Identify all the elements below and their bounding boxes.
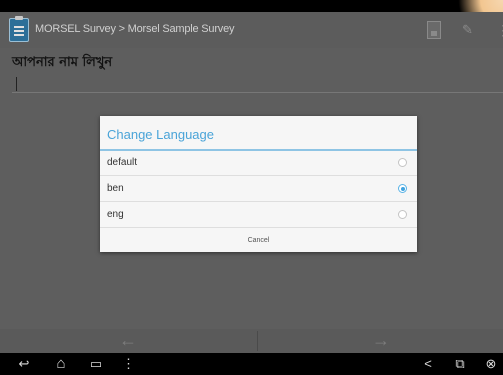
menu-icon[interactable]: ⋮ [122,353,135,375]
question-label: আপনার নাম লিখুন [12,55,113,70]
save-icon[interactable] [427,21,441,39]
option-label: ben [107,183,124,194]
recent-apps-icon[interactable]: ▭ [86,353,106,375]
window-icon[interactable]: ⧉ [451,353,469,375]
language-option-ben[interactable]: ben [100,177,417,202]
answer-field[interactable] [12,92,503,93]
app-title: MORSEL Survey > Morsel Sample Survey [35,23,235,35]
tool-icon[interactable]: ✎ [462,21,476,39]
option-label: eng [107,209,124,220]
nav-divider [257,331,258,351]
text-cursor [16,77,17,91]
system-navigation-bar: ↩ ⌂ ▭ ⋮ < ⧉ ⊗ [0,353,503,375]
share-icon[interactable]: < [420,353,436,375]
option-label: default [107,157,138,168]
cancel-button[interactable]: Cancel [100,230,417,252]
next-button[interactable]: → [259,329,503,353]
back-icon[interactable]: ↩ [14,353,34,375]
status-bar [0,0,503,12]
home-icon[interactable]: ⌂ [51,353,71,375]
radio-button-selected[interactable] [398,184,407,193]
radio-button[interactable] [398,210,407,219]
close-icon[interactable]: ⊗ [482,353,500,375]
overflow-menu-icon[interactable]: ⋮ [496,21,503,39]
dialog-title: Change Language [107,127,214,142]
previous-button[interactable]: ← [0,329,256,353]
language-option-default[interactable]: default [100,151,417,176]
action-bar: MORSEL Survey > Morsel Sample Survey ✎ ⋮ [0,12,503,48]
change-language-dialog: Change Language default ben eng Cancel [100,116,417,252]
language-option-eng[interactable]: eng [100,203,417,228]
radio-button[interactable] [398,158,407,167]
app-clipboard-icon[interactable] [9,16,29,42]
navigation-bar: ← → [0,329,503,353]
